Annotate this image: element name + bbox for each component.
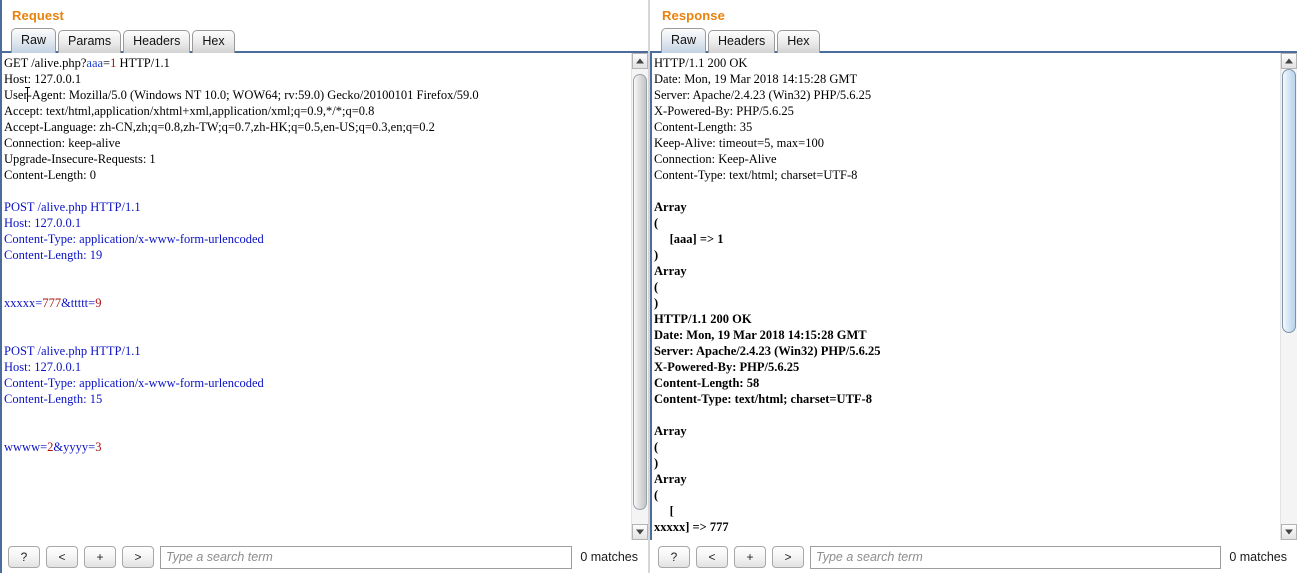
request-vertical-scrollbar[interactable] — [631, 53, 648, 540]
scroll-up-arrow-icon[interactable] — [1281, 53, 1297, 69]
tab-request-headers[interactable]: Headers — [123, 30, 191, 53]
request-panel-title: Request — [12, 8, 64, 23]
response-search-add-button[interactable]: + — [734, 546, 766, 568]
response-editor-wrap: HTTP/1.1 200 OK Date: Mon, 19 Mar 2018 1… — [650, 53, 1297, 540]
response-search-input[interactable] — [810, 545, 1222, 569]
request-editor[interactable]: GET /alive.php?aaa=1 HTTP/1.1 Host: 127.… — [2, 53, 631, 540]
request-line-user-agent: User-Agent: Mozilla/5.0 (Windows NT 10.0… — [4, 87, 479, 102]
request-block-post-1: POST /alive.php HTTP/1.1 Host: 127.0.0.1… — [4, 200, 264, 262]
response-search-bar: ? < + > 0 matches — [650, 540, 1297, 573]
response-panel: Response Raw Headers Hex HTTP/1.1 200 OK… — [650, 0, 1297, 573]
response-body-block-2: Array ( ) Array ( [ xxxxx] => 777 — [654, 424, 729, 534]
tab-response-raw[interactable]: Raw — [661, 28, 707, 53]
request-raw-text[interactable]: GET /alive.php?aaa=1 HTTP/1.1 Host: 127.… — [4, 55, 631, 455]
request-scroll-thumb[interactable] — [633, 73, 647, 511]
response-headers-block-1: HTTP/1.1 200 OK Date: Mon, 19 Mar 2018 1… — [654, 56, 872, 182]
request-line-accept-language: Accept-Language: zh-CN,zh;q=0.8,zh-TW;q=… — [4, 120, 435, 134]
request-match-count: 0 matches — [580, 550, 638, 564]
response-scroll-thumb[interactable] — [1282, 69, 1296, 333]
tab-request-hex[interactable]: Hex — [192, 30, 235, 53]
scroll-down-arrow-icon[interactable] — [1281, 524, 1297, 540]
response-tabstrip: Raw Headers Hex — [650, 28, 1297, 53]
response-bold-block: Array ( ) HTTP/1.1 200 OK Date: Mon, 19 … — [654, 264, 881, 406]
request-line-get: GET /alive.php?aaa=1 HTTP/1.1 — [4, 56, 170, 70]
request-line-accept: Accept: text/html,application/xhtml+xml,… — [4, 104, 375, 118]
response-panel-title: Response — [662, 8, 725, 23]
request-search-prev-button[interactable]: < — [46, 546, 78, 568]
http-request-response-viewer: Request Raw Params Headers Hex GET /aliv… — [0, 0, 1297, 573]
response-vertical-scrollbar[interactable] — [1280, 53, 1297, 540]
response-body-block-1: Array ( [aaa] => 1 ) — [654, 200, 724, 262]
request-search-next-button[interactable]: > — [122, 546, 154, 568]
request-search-bar: ? < + > 0 matches — [0, 540, 648, 573]
request-body-2: wwww=2&yyyy=3 — [4, 440, 102, 454]
request-search-input[interactable] — [160, 545, 573, 569]
request-line-connection: Connection: keep-alive — [4, 136, 121, 150]
request-line-host: Host: 127.0.0.1 — [4, 72, 82, 86]
request-search-add-button[interactable]: + — [84, 546, 116, 568]
request-editor-wrap: GET /alive.php?aaa=1 HTTP/1.1 Host: 127.… — [0, 53, 648, 540]
response-search-help-button[interactable]: ? — [658, 546, 690, 568]
response-search-prev-button[interactable]: < — [696, 546, 728, 568]
response-match-count: 0 matches — [1229, 550, 1287, 564]
tab-response-hex[interactable]: Hex — [777, 30, 820, 53]
request-block-post-2: POST /alive.php HTTP/1.1 Host: 127.0.0.1… — [4, 344, 264, 406]
tab-request-params[interactable]: Params — [58, 30, 122, 53]
request-line-upgrade-insecure: Upgrade-Insecure-Requests: 1 — [4, 152, 156, 166]
response-editor[interactable]: HTTP/1.1 200 OK Date: Mon, 19 Mar 2018 1… — [652, 53, 1280, 540]
request-body-1: xxxxx=777&ttttt=9 — [4, 296, 102, 310]
scroll-up-arrow-icon[interactable] — [632, 53, 648, 69]
request-panel: Request Raw Params Headers Hex GET /aliv… — [0, 0, 648, 573]
response-scroll-track[interactable] — [1281, 69, 1297, 524]
response-search-next-button[interactable]: > — [772, 546, 804, 568]
response-raw-text[interactable]: HTTP/1.1 200 OK Date: Mon, 19 Mar 2018 1… — [654, 55, 1280, 535]
tab-response-headers[interactable]: Headers — [708, 30, 776, 53]
scroll-down-arrow-icon[interactable] — [632, 524, 648, 540]
request-scroll-track[interactable] — [632, 69, 648, 524]
request-tabstrip: Raw Params Headers Hex — [0, 28, 648, 53]
tab-request-raw[interactable]: Raw — [11, 28, 57, 53]
request-line-content-length: Content-Length: 0 — [4, 168, 96, 182]
request-search-help-button[interactable]: ? — [8, 546, 40, 568]
